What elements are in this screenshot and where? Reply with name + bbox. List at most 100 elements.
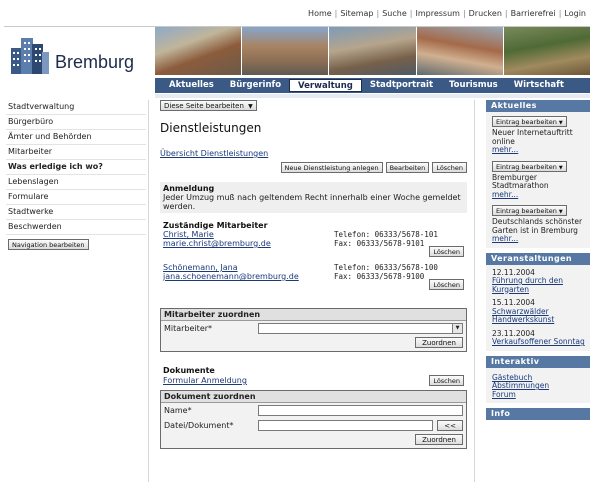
site-logo[interactable]: Bremburg	[5, 30, 153, 78]
new-service-button[interactable]: Neue Dienstleistung anlegen	[280, 162, 383, 173]
triangle-down-icon: ▼	[558, 164, 563, 171]
sidebar-item-lebenslagen[interactable]: Lebenslagen	[6, 175, 146, 190]
staff-name-link[interactable]: Christ, Marie	[163, 230, 271, 239]
event-link[interactable]: Verkaufsoffener Sonntag	[492, 337, 586, 347]
main-nav-buergerinfo[interactable]: Bürgerinfo	[222, 79, 289, 92]
header-photo-rooftops	[416, 27, 503, 75]
sidebar-divider	[148, 100, 149, 482]
forum-link[interactable]: Forum	[492, 390, 586, 400]
main-nav-tourismus[interactable]: Tourismus	[441, 79, 506, 92]
sidebar-item-mitarbeiter[interactable]: Mitarbeiter	[6, 145, 146, 160]
sidebar-item-formulare[interactable]: Formulare	[6, 190, 146, 205]
service-toolbar: Neue Dienstleistung anlegen Bearbeiten L…	[160, 162, 467, 173]
header-photo-tower	[242, 27, 329, 75]
main-content: Diese Seite bearbeiten ▼ Dienstleistunge…	[160, 100, 467, 449]
sidebar-item-beschwerden[interactable]: Beschwerden	[6, 220, 146, 235]
news-edit-label: Eintrag bearbeiten	[496, 118, 557, 126]
document-delete-button[interactable]: Löschen	[429, 375, 464, 386]
sidebar-item-buergerbuero[interactable]: Bürgerbüro	[6, 115, 146, 130]
news-edit-button[interactable]: Eintrag bearbeiten ▼	[492, 160, 567, 172]
sidebar-item-aemter[interactable]: Ämter und Behörden	[6, 130, 146, 145]
triangle-down-icon: ▼	[558, 120, 563, 126]
events-header: Veranstaltungen	[486, 252, 590, 265]
header-photo-strip	[155, 27, 590, 75]
sidebar-item-stadtwerke[interactable]: Stadtwerke	[6, 205, 146, 220]
staff-phone: Telefon: 06333/5678-100	[334, 263, 438, 272]
assign-document-panel: Dokument zuordnen Name* Datei/Dokument* …	[160, 390, 467, 449]
registration-text: Jeder Umzug muß nach geltendem Recht inn…	[163, 193, 461, 211]
assign-staff-submit[interactable]: Zuordnen	[415, 337, 463, 348]
utility-home[interactable]: Home	[308, 9, 332, 18]
site-name: Bremburg	[55, 52, 135, 72]
staff-delete-button[interactable]: Löschen	[429, 279, 464, 290]
document-name-label: Name*	[164, 406, 192, 415]
utility-login[interactable]: Login	[564, 9, 586, 18]
document-browse-button[interactable]: <<	[437, 420, 463, 431]
utility-impressum[interactable]: Impressum	[415, 9, 459, 18]
chevron-down-icon: ▼	[452, 324, 462, 333]
documents-header: Dokumente	[163, 366, 215, 375]
news-more-link[interactable]: mehr...	[492, 190, 586, 200]
registration-section: Anmeldung Jeder Umzug muß nach geltendem…	[160, 182, 467, 213]
staff-email-link[interactable]: jana.schoenemann@bremburg.de	[163, 272, 299, 281]
page-title: Dienstleistungen	[160, 121, 262, 135]
nav-underline	[155, 94, 590, 98]
staff-name-link[interactable]: Schönemann, Jana	[163, 263, 299, 272]
news-item-text: Bremburger Stadtmarathon	[492, 172, 549, 190]
news-panel: Eintrag bearbeiten ▼ Neuer Internetauftr…	[486, 112, 590, 248]
navigation-edit-button[interactable]: Navigation bearbeiten	[8, 239, 89, 250]
staff-delete-button[interactable]: Löschen	[429, 246, 464, 257]
document-name-input[interactable]	[258, 405, 463, 416]
main-nav-wirtschaft[interactable]: Wirtschaft	[506, 79, 572, 92]
main-nav: Aktuelles Bürgerinfo Verwaltung Stadtpor…	[155, 78, 590, 93]
event-link[interactable]: Führung durch den Kurgarten	[492, 276, 586, 294]
news-edit-button[interactable]: Eintrag bearbeiten ▼	[492, 116, 567, 127]
news-more-link[interactable]: mehr...	[492, 145, 586, 155]
utility-drucken[interactable]: Drucken	[469, 9, 502, 18]
news-more-link[interactable]: mehr...	[492, 234, 586, 244]
staff-email-link[interactable]: marie.christ@bremburg.de	[163, 239, 271, 248]
interactive-panel: Gästebuch Abstimmungen Forum	[486, 367, 590, 403]
sidebar-item-stadtverwaltung[interactable]: Stadtverwaltung	[6, 100, 146, 115]
utility-sitemap[interactable]: Sitemap	[340, 9, 373, 18]
main-nav-verwaltung[interactable]: Verwaltung	[289, 79, 362, 92]
document-link[interactable]: Formular Anmeldung	[163, 376, 247, 385]
assign-document-submit[interactable]: Zuordnen	[415, 434, 463, 445]
assign-document-header: Dokument zuordnen	[161, 391, 466, 403]
utility-nav: Home | Sitemap | Suche | Impressum | Drucken | Bar…	[308, 9, 586, 18]
main-nav-stadtportrait[interactable]: Stadtportrait	[362, 79, 441, 92]
event-link[interactable]: Schwarzwälder Handwerkskunst	[492, 307, 586, 325]
staff-select[interactable]: ▼	[258, 323, 463, 334]
registration-header: Anmeldung	[163, 184, 215, 193]
overview-link[interactable]: Übersicht Dienstleistungen	[160, 149, 467, 158]
sidebar-item-was-erledige-ich-wo[interactable]: Was erledige ich wo?	[6, 160, 146, 175]
building-icon	[11, 38, 49, 74]
sidebar-nav: Stadtverwaltung Bürgerbüro Ämter und Beh…	[6, 100, 146, 250]
right-column-divider	[474, 100, 475, 482]
staff-phone: Telefon: 06333/5678-101	[334, 230, 438, 239]
events-panel: 12.11.2004 Führung durch den Kurgarten 1…	[486, 264, 590, 351]
info-header: Info	[486, 408, 590, 420]
edit-page-label: Diese Seite bearbeiten	[164, 102, 244, 110]
document-file-label: Datei/Dokument*	[164, 421, 234, 430]
documents-section: Dokumente Formular Anmeldung Löschen	[160, 366, 467, 386]
news-edit-button[interactable]: Eintrag bearbeiten ▼	[492, 205, 567, 216]
edit-service-button[interactable]: Bearbeiten	[385, 162, 430, 173]
utility-suche[interactable]: Suche	[382, 9, 407, 18]
header-photo-town	[155, 27, 242, 75]
triangle-down-icon: ▼	[248, 103, 253, 110]
news-edit-label: Eintrag bearbeiten	[496, 207, 557, 215]
delete-service-button[interactable]: Löschen	[432, 162, 467, 173]
main-nav-aktuelles[interactable]: Aktuelles	[161, 79, 222, 92]
assign-staff-header: Mitarbeiter zuordnen	[161, 309, 466, 321]
staff-section: Zuständige Mitarbeiter Christ, Marie mar…	[160, 221, 467, 290]
staff-header: Zuständige Mitarbeiter	[163, 221, 268, 230]
interactive-header: Interaktiv	[486, 355, 590, 368]
news-item-text: Deutschlands schönster Garten ist in Bre…	[492, 217, 583, 235]
edit-page-button[interactable]: Diese Seite bearbeiten ▼	[160, 100, 257, 111]
utility-barrierefrei[interactable]: Barrierefrei	[511, 9, 556, 18]
news-header: Aktuelles	[486, 100, 590, 112]
staff-select-label: Mitarbeiter*	[164, 324, 213, 333]
document-file-input[interactable]	[258, 420, 434, 431]
right-column: Aktuelles Eintrag bearbeiten ▼ Neuer Int…	[486, 100, 590, 420]
